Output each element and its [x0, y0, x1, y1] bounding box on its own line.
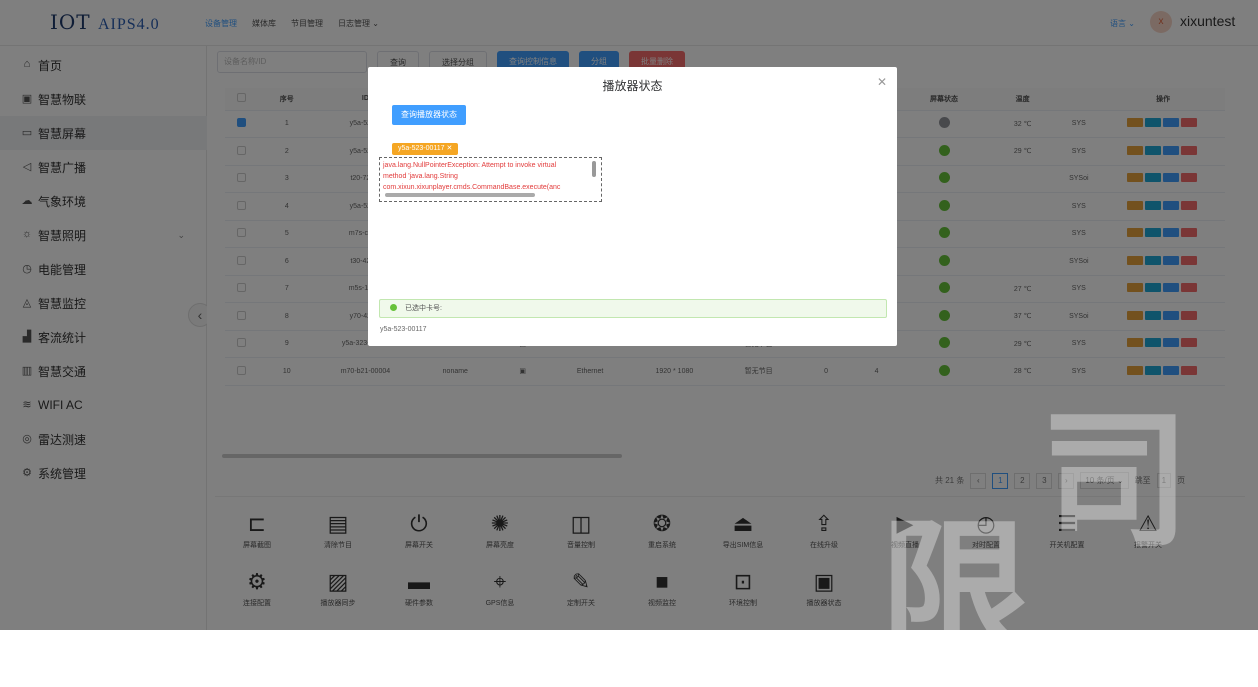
selected-card-alert: 已选中卡号:: [379, 299, 887, 318]
success-dot-icon: [390, 304, 397, 311]
error-line: com.xixun.xixunplayer.cmds.CommandBase.e…: [383, 184, 561, 191]
error-line: method 'java.lang.String: [383, 173, 458, 180]
dialog-title: 播放器状态: [602, 79, 663, 93]
close-icon[interactable]: ✕: [877, 75, 887, 89]
error-hscrollbar[interactable]: [385, 193, 535, 197]
error-output[interactable]: java.lang.NullPointerException: Attempt …: [379, 157, 602, 202]
error-line: java.lang.NullPointerException: Attempt …: [383, 162, 557, 169]
tag-close-icon[interactable]: ✕: [447, 145, 453, 152]
error-vscrollbar[interactable]: [592, 161, 596, 177]
player-status-dialog: 播放器状态 ✕ 查询播放器状态 y5a-523-00117 ✕ java.lan…: [368, 67, 897, 346]
selected-label: 已选中卡号:: [405, 305, 442, 312]
card-tag[interactable]: y5a-523-00117 ✕: [392, 143, 459, 155]
card-tag-label: y5a-523-00117: [398, 145, 445, 152]
query-player-status-button[interactable]: 查询播放器状态: [392, 105, 466, 125]
selected-card-number: y5a-523-00117: [380, 326, 427, 333]
